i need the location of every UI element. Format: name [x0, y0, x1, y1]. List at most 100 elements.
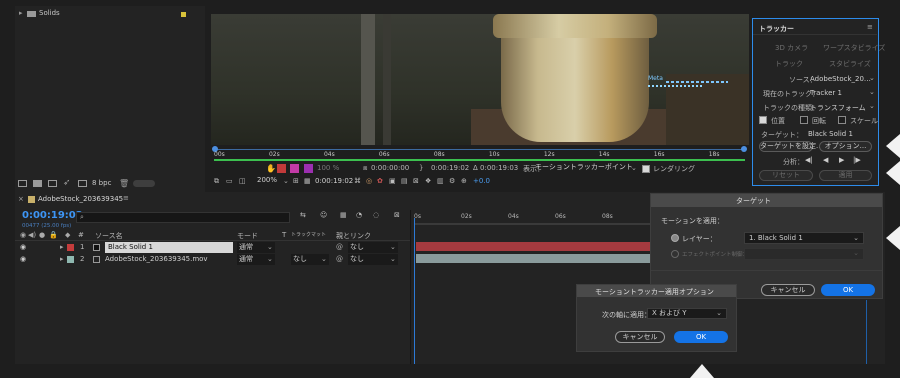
layer-twirl-icon[interactable]: ▸	[60, 254, 64, 265]
layer-twirl-icon[interactable]: ▸	[60, 242, 64, 253]
layer-bar-2[interactable]	[416, 254, 650, 263]
set-target-button[interactable]: ターゲットを設定...	[759, 141, 823, 152]
solids-row[interactable]: ▸ Solids	[15, 8, 205, 20]
position-checkbox[interactable]	[759, 116, 767, 124]
viewer-time-ruler[interactable]: 00s 02s 04s 06s 08s 10s 12s 14s 16s 18s	[211, 145, 749, 163]
comp-name[interactable]: AdobeStock_203639345	[38, 195, 123, 203]
effect-point-radio[interactable]	[671, 250, 679, 258]
always-preview-icon[interactable]: ⧉	[214, 177, 219, 186]
current-track-dropdown[interactable]: Tracker 1	[810, 89, 842, 97]
view-chevron-icon[interactable]: ⌄	[631, 164, 637, 172]
scale-checkbox[interactable]	[838, 116, 846, 124]
apply-axis-dropdown[interactable]: X および Y ⌄	[647, 308, 727, 319]
analyze-back-icon[interactable]: ◀	[823, 156, 828, 164]
layer-visibility-icon[interactable]: ◉	[20, 254, 26, 265]
puppet-icon[interactable]: ✋	[266, 164, 276, 173]
view-dropdown[interactable]: モーショントラッカーポイント	[531, 163, 637, 174]
close-tab-icon[interactable]: ×	[18, 195, 24, 203]
motion-blur-icon[interactable]: ◔	[356, 211, 362, 219]
warp-stabilizer-button[interactable]: ワープスタビライズ	[823, 43, 885, 53]
pickwhip-icon[interactable]: @	[336, 254, 343, 265]
resolution-icon[interactable]: ▣	[389, 177, 396, 185]
twirl-arrow-icon[interactable]: ▸	[19, 9, 23, 17]
zoom-chevron-icon[interactable]: ⌄	[283, 177, 289, 185]
camera-snapshot-icon[interactable]: ⌘	[354, 177, 361, 185]
zoom-dropdown[interactable]: 200%	[253, 176, 287, 187]
layer-mode-chevron-icon[interactable]: ⌄	[267, 242, 273, 253]
current-timecode[interactable]: 0:00:19:02	[315, 177, 353, 185]
timeline-work-area[interactable]	[414, 223, 650, 225]
opacity-value[interactable]: 100 %	[317, 164, 339, 172]
layer-visibility-icon[interactable]: ◉	[20, 242, 26, 253]
layer-parent-chevron-icon[interactable]: ⌄	[390, 254, 396, 265]
timeline-tab[interactable]: × AdobeStock_203639345 ≡	[18, 194, 138, 206]
analyze-forward-icon[interactable]: ▶	[839, 156, 844, 164]
analyze-back-one-icon[interactable]: ◀|	[805, 156, 813, 164]
fast-preview-icon[interactable]: ⚙	[449, 177, 455, 185]
track-swatch-purple[interactable]	[304, 164, 313, 173]
grid-icon[interactable]: ▦	[304, 177, 311, 185]
layer-name[interactable]: AdobeStock_203639345.mov	[105, 254, 233, 265]
new-comp-icon[interactable]	[48, 180, 57, 187]
dependencies-icon[interactable]: ➶	[63, 178, 71, 188]
show-channel-icon[interactable]: ◎	[366, 177, 372, 185]
layer-radio[interactable]	[671, 234, 679, 242]
bpc-label[interactable]: 8 bpc	[92, 179, 111, 187]
graph-editor-icon[interactable]: ◌	[373, 211, 379, 219]
draft-3d-icon[interactable]: ⊠	[394, 211, 400, 219]
target-layer-dropdown[interactable]: 1. Black Solid 1 ⌄	[744, 232, 864, 244]
apply-ok-button[interactable]: OK	[674, 331, 728, 343]
layer-label-swatch[interactable]	[67, 244, 74, 251]
out-marker-icon[interactable]: }	[419, 164, 423, 172]
source-col-header[interactable]: ソース名	[95, 231, 123, 241]
timeline-timecode[interactable]: 0:00:19:02	[22, 210, 83, 221]
time-in[interactable]: 0:00:00:00	[371, 164, 409, 172]
apply-button[interactable]: 適用	[819, 170, 872, 181]
options-button[interactable]: オプション...	[819, 141, 872, 152]
stabilize-button[interactable]: スタビライズ	[829, 59, 871, 69]
panel-menu-icon[interactable]: ≡	[867, 23, 873, 31]
color-wheel-icon[interactable]: ✿	[377, 177, 383, 185]
transparency-grid-icon[interactable]: ⊠	[413, 177, 419, 185]
region-icon[interactable]: ⊞	[293, 177, 299, 185]
3d-camera-button[interactable]: 3D カメラ	[775, 43, 808, 53]
exposure-value[interactable]: +0.0	[473, 177, 490, 185]
tab-menu-icon[interactable]: ≡	[123, 194, 129, 202]
shy-icon[interactable]: ☺	[320, 211, 327, 219]
layer-bar-1[interactable]	[416, 242, 650, 251]
thumbnail-slider[interactable]	[133, 180, 155, 187]
snapshot-icon[interactable]: ⧈	[363, 164, 367, 173]
3d-view-icon[interactable]: ❖	[425, 177, 431, 185]
layer-parent-chevron-icon[interactable]: ⌄	[390, 242, 396, 253]
roi-icon[interactable]: ▤	[401, 177, 408, 185]
target-ok-button[interactable]: OK	[821, 284, 875, 296]
exposure-icon[interactable]: ⊕	[461, 177, 467, 185]
track-swatch-magenta[interactable]	[290, 164, 299, 173]
source-dropdown[interactable]: AdobeStock_20…	[810, 75, 871, 83]
new-folder-icon[interactable]	[33, 180, 42, 187]
track-type-dropdown[interactable]: トランスフォーム	[810, 103, 866, 113]
layer-trkmat-chevron-icon[interactable]: ⌄	[321, 254, 327, 265]
pickwhip-icon[interactable]: @	[336, 242, 343, 253]
analyze-forward-one-icon[interactable]: |▶	[853, 156, 861, 164]
layer-label-swatch[interactable]	[67, 256, 74, 263]
trash-icon[interactable]: 🗑	[119, 179, 129, 188]
track-button[interactable]: トラック	[775, 59, 803, 69]
interpret-footage-icon[interactable]	[18, 180, 27, 187]
comp-flowchart-icon[interactable]: ⇆	[300, 211, 306, 219]
playhead[interactable]	[414, 218, 415, 364]
layer-name[interactable]: Black Solid 1	[105, 242, 233, 253]
render-checkbox[interactable]	[642, 165, 650, 173]
current-track-chevron-icon[interactable]: ⌄	[869, 88, 875, 96]
timeline-ruler[interactable]: 0s 02s 04s 06s 08s	[414, 213, 650, 227]
time-out[interactable]: 0:00:19:02	[431, 164, 469, 172]
source-chevron-icon[interactable]: ⌄	[869, 74, 875, 82]
work-area-bar[interactable]	[214, 159, 745, 161]
layer-row[interactable]: ◉ ▸ 2 AdobeStock_203639345.mov 通常 ⌄ なし ⌄ @ なし ⌄	[15, 254, 410, 265]
layer-row[interactable]: ◉ ▸ 1 Black Solid 1 通常 ⌄ @ なし ⌄	[15, 242, 410, 253]
mask-visibility-icon[interactable]: ◫	[239, 177, 246, 185]
motion-track-points[interactable]: Meta	[646, 74, 731, 92]
monitor-icon[interactable]: ▭	[226, 177, 233, 185]
track-type-chevron-icon[interactable]: ⌄	[869, 102, 875, 110]
effect-point-dropdown[interactable]: ⌄	[744, 248, 864, 260]
